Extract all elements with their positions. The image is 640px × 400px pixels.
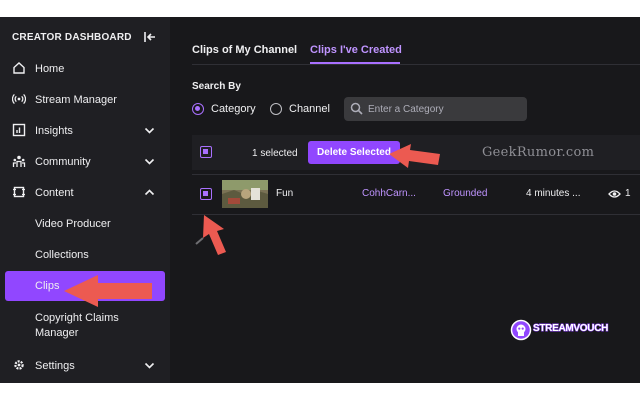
sidebar-item-label: Copyright Claims Manager: [35, 312, 119, 339]
tab-clips-ive-created[interactable]: Clips I've Created: [310, 44, 402, 56]
tab-divider: [192, 64, 640, 65]
search-icon: [350, 102, 363, 115]
selected-count: 1 selected: [252, 148, 298, 159]
clips-panel: Clips of My Channel Clips I've Created S…: [170, 17, 640, 383]
sidebar-item-label: Video Producer: [35, 218, 111, 230]
channel-radio-label[interactable]: Channel: [289, 103, 330, 115]
creator-dashboard-window: CREATOR DASHBOARD Home Stream Manager In…: [0, 17, 640, 383]
category-radio-label[interactable]: Category: [211, 103, 256, 115]
sidebar-subitem-collections[interactable]: Collections: [0, 240, 170, 270]
sidebar-item-label: Clips: [35, 280, 60, 292]
streamvouch-logo-text: STREAMVOUCH: [532, 323, 609, 335]
category-radio[interactable]: [192, 103, 204, 115]
clip-view-count: 1: [625, 188, 631, 199]
tab-clips-of-my-channel[interactable]: Clips of My Channel: [192, 44, 297, 56]
community-icon: [12, 155, 26, 167]
eye-icon: [608, 190, 621, 198]
sidebar-item-label: Community: [35, 155, 91, 168]
select-all-checkbox[interactable]: [200, 146, 212, 158]
content-icon: [13, 186, 25, 198]
sidebar-item-insights[interactable]: Insights: [0, 115, 170, 146]
delete-selected-button[interactable]: Delete Selected: [308, 141, 400, 164]
sidebar-title: CREATOR DASHBOARD: [12, 32, 132, 43]
row-checkbox[interactable]: [200, 188, 212, 200]
sidebar-item-label: Stream Manager: [35, 93, 117, 106]
annotation-arrow-clips: [64, 275, 152, 307]
search-by-label: Search By: [192, 81, 241, 92]
sidebar-item-label: Collections: [35, 249, 89, 261]
gear-icon: [14, 360, 24, 370]
category-search-input[interactable]: [368, 100, 518, 118]
chart-icon: [12, 123, 26, 137]
table-row[interactable]: Fun CohhCarn... Grounded 4 minutes ... 1: [192, 174, 640, 215]
sidebar-item-label: Insights: [35, 124, 73, 137]
home-icon: [13, 62, 25, 74]
chevron-up-icon: [144, 189, 155, 196]
annotation-arrow-delete: [389, 144, 440, 168]
sidebar-item-content[interactable]: Content: [0, 177, 170, 208]
broadcast-icon: [12, 93, 26, 105]
sidebar-item-label: Settings: [35, 359, 75, 372]
geekrumor-watermark: GeekRumor.com: [482, 145, 595, 160]
sidebar: CREATOR DASHBOARD Home Stream Manager In…: [0, 17, 170, 383]
chevron-down-icon: [144, 362, 155, 369]
clip-title: Fun: [276, 188, 294, 199]
clip-channel-link[interactable]: CohhCarn...: [362, 188, 416, 199]
chevron-down-icon: [144, 127, 155, 134]
sidebar-item-label: Content: [35, 186, 74, 199]
collapse-sidebar-icon[interactable]: [143, 30, 157, 44]
thumbnail-image: [222, 180, 268, 208]
sidebar-item-label: Home: [35, 62, 65, 75]
sidebar-subitem-video-producer[interactable]: Video Producer: [0, 209, 170, 239]
sidebar-subitem-copyright-claims[interactable]: Copyright Claims Manager: [0, 305, 170, 343]
chevron-down-icon: [144, 158, 155, 165]
clip-thumbnail[interactable]: [222, 180, 268, 208]
sidebar-item-settings[interactable]: Settings: [0, 350, 170, 381]
sidebar-item-community[interactable]: Community: [0, 146, 170, 177]
sidebar-item-stream-manager[interactable]: Stream Manager: [0, 84, 170, 115]
clip-created-time: 4 minutes ...: [526, 188, 581, 199]
annotation-arrow-checkbox: [195, 215, 226, 255]
clip-category-link[interactable]: Grounded: [443, 188, 487, 199]
channel-radio[interactable]: [270, 103, 282, 115]
sidebar-item-home[interactable]: Home: [0, 53, 170, 84]
category-search-box[interactable]: [344, 97, 527, 121]
